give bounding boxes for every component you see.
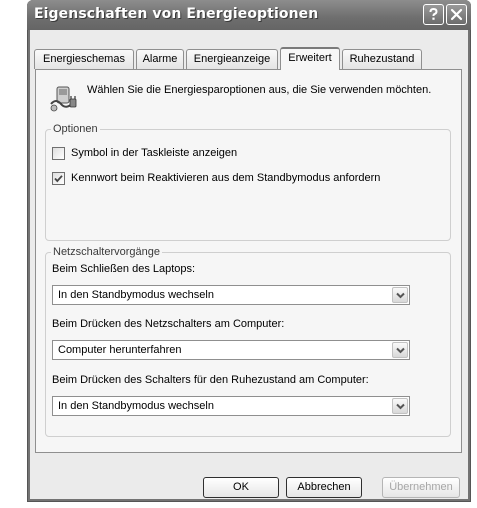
- tab-panel-erweitert: Wählen Sie die Energiesparoptionen aus, …: [35, 69, 462, 453]
- tab-energieanzeige[interactable]: Energieanzeige: [186, 49, 278, 69]
- checkbox-box[interactable]: [52, 147, 65, 160]
- tab-energieschemas[interactable]: Energieschemas: [34, 49, 134, 69]
- dropdown-arrow[interactable]: [392, 398, 408, 414]
- options-legend: Optionen: [51, 123, 100, 135]
- cancel-button[interactable]: Abbrechen: [286, 477, 362, 498]
- power-button-label: Beim Drücken des Netzschalters am Comput…: [52, 318, 285, 330]
- power-button-select[interactable]: Computer herunterfahren: [52, 340, 410, 360]
- sleep-button-value: In den Standbymodus wechseln: [58, 400, 214, 412]
- window-title: Eigenschaften von Energieoptionen: [34, 6, 319, 22]
- apply-button[interactable]: Übernehmen: [382, 477, 460, 498]
- close-icon: [450, 8, 463, 21]
- tab-alarme[interactable]: Alarme: [136, 49, 184, 69]
- checkbox-box[interactable]: [52, 172, 65, 185]
- lid-close-select[interactable]: In den Standbymodus wechseln: [52, 285, 410, 305]
- chevron-down-icon: [396, 347, 405, 354]
- tab-erweitert[interactable]: Erweitert: [280, 47, 340, 70]
- options-group: Optionen Symbol in der Taskleiste anzeig…: [45, 123, 451, 241]
- title-bar[interactable]: Eigenschaften von Energieoptionen: [27, 0, 471, 30]
- dropdown-arrow[interactable]: [392, 287, 408, 303]
- lid-close-label: Beim Schließen des Laptops:: [52, 263, 196, 275]
- power-buttons-group: Netzschaltervorgänge Beim Schließen des …: [45, 246, 451, 437]
- chevron-down-icon: [396, 403, 405, 410]
- lid-close-value: In den Standbymodus wechseln: [58, 289, 214, 301]
- close-button[interactable]: [446, 4, 467, 25]
- power-button-value: Computer herunterfahren: [58, 344, 182, 356]
- chevron-down-icon: [396, 292, 405, 299]
- power-options-icon: [50, 86, 77, 112]
- tab-ruhezustand[interactable]: Ruhezustand: [342, 49, 422, 69]
- sleep-button-select[interactable]: In den Standbymodus wechseln: [52, 396, 410, 416]
- dialog-window: Eigenschaften von Energieoptionen Energi…: [27, 0, 471, 502]
- password-resume-checkbox[interactable]: Kennwort beim Reaktivieren aus dem Stand…: [52, 172, 442, 186]
- power-buttons-legend: Netzschaltervorgänge: [51, 246, 163, 258]
- help-button[interactable]: [423, 4, 444, 25]
- help-icon: [429, 7, 438, 20]
- taskbar-icon-checkbox[interactable]: Symbol in der Taskleiste anzeigen: [52, 147, 352, 161]
- sleep-button-label: Beim Drücken des Schalters für den Ruhez…: [52, 374, 369, 386]
- password-resume-label: Kennwort beim Reaktivieren aus dem Stand…: [71, 172, 381, 184]
- checkmark-icon: [54, 175, 63, 183]
- dropdown-arrow[interactable]: [392, 342, 408, 358]
- ok-button[interactable]: OK: [203, 477, 279, 498]
- header-description: Wählen Sie die Energiesparoptionen aus, …: [87, 84, 432, 96]
- dialog-client: Energieschemas Alarme Energieanzeige Erw…: [30, 30, 468, 499]
- taskbar-icon-label: Symbol in der Taskleiste anzeigen: [71, 147, 238, 159]
- tab-strip: Energieschemas Alarme Energieanzeige Erw…: [30, 47, 468, 70]
